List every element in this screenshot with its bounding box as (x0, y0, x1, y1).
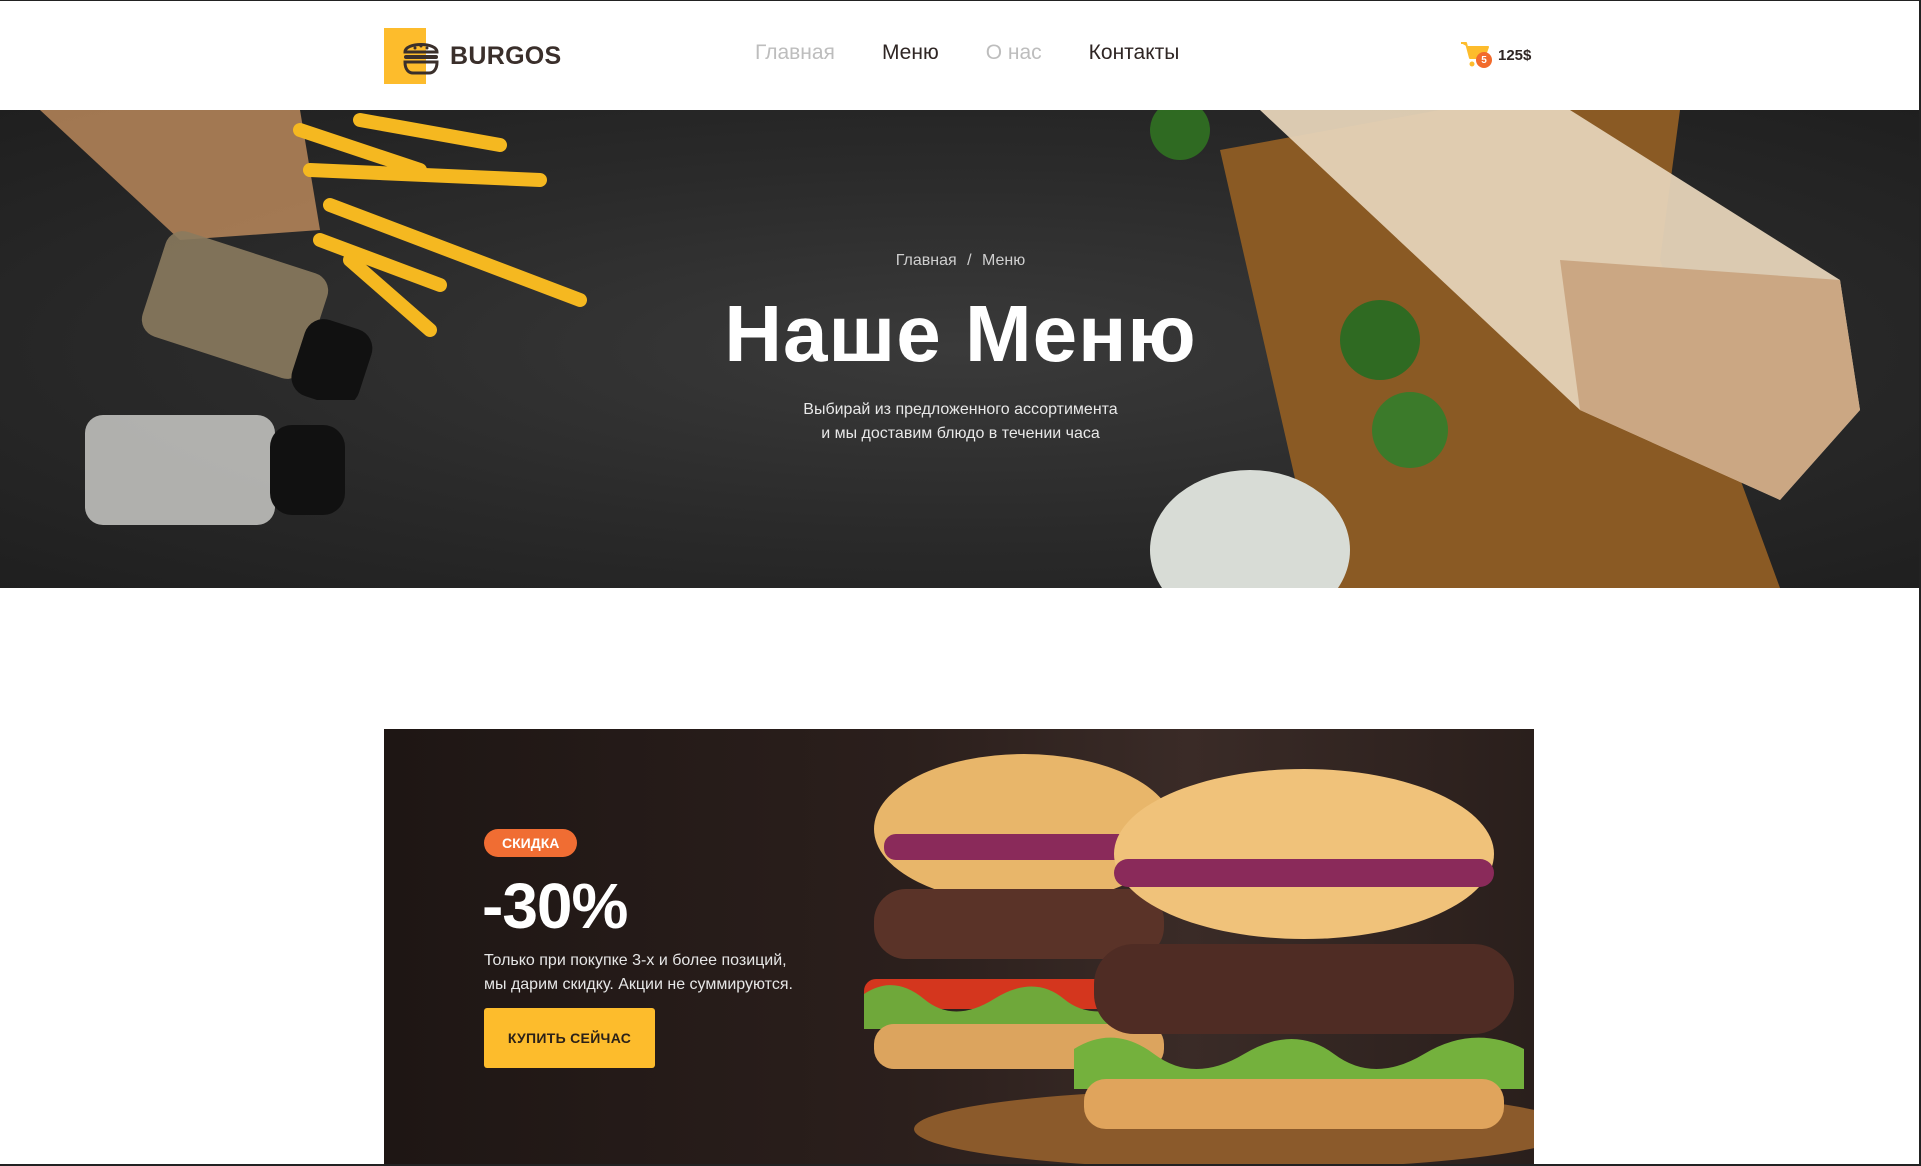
cart-icon: 5 (1460, 39, 1492, 71)
breadcrumb-current: Меню (982, 252, 1026, 269)
promo-description-line1: Только при покупке 3-х и более позиций, (484, 952, 787, 969)
hero-subtitle-line1: Выбирай из предложенного ассортимента (803, 401, 1118, 418)
nav-menu[interactable]: Меню (882, 41, 939, 65)
main-nav: Главная Меню О нас Контакты (755, 41, 1179, 65)
hero-banner: Главная / Меню Наше Меню Выбирай из пред… (0, 110, 1921, 588)
burgers-image (864, 754, 1534, 1166)
promo-banner: СКИДКА -30% Только при покупке 3-х и бол… (384, 729, 1534, 1166)
buy-now-button[interactable]: КУПИТЬ СЕЙЧАС (484, 1008, 655, 1068)
site-header: BURGOS Главная Меню О нас Контакты 5 125… (0, 0, 1921, 110)
burger-logo-icon (384, 28, 440, 84)
nav-about[interactable]: О нас (986, 41, 1042, 65)
hero-subtitle-line2: и мы доставим блюдо в течении часа (821, 425, 1100, 442)
discount-badge: СКИДКА (484, 829, 578, 857)
breadcrumb: Главная / Меню (0, 252, 1921, 270)
logo-text: BURGOS (450, 41, 562, 70)
logo[interactable]: BURGOS (384, 28, 562, 84)
nav-contacts[interactable]: Контакты (1089, 41, 1180, 65)
promo-description: Только при покупке 3-х и более позиций, … (484, 949, 814, 997)
promo-description-line2: мы дарим скидку. Акции не суммируются. (484, 976, 793, 993)
breadcrumb-home[interactable]: Главная (896, 252, 957, 269)
cart-count-badge: 5 (1476, 52, 1492, 68)
cart-button[interactable]: 5 125$ (1460, 39, 1531, 71)
discount-value: -30% (482, 870, 628, 942)
page-title: Наше Меню (724, 289, 1197, 378)
hero-subtitle: Выбирай из предложенного ассортимента и … (0, 398, 1921, 446)
nav-home[interactable]: Главная (755, 41, 835, 65)
breadcrumb-separator: / (967, 252, 972, 269)
cart-total: 125$ (1498, 46, 1532, 64)
